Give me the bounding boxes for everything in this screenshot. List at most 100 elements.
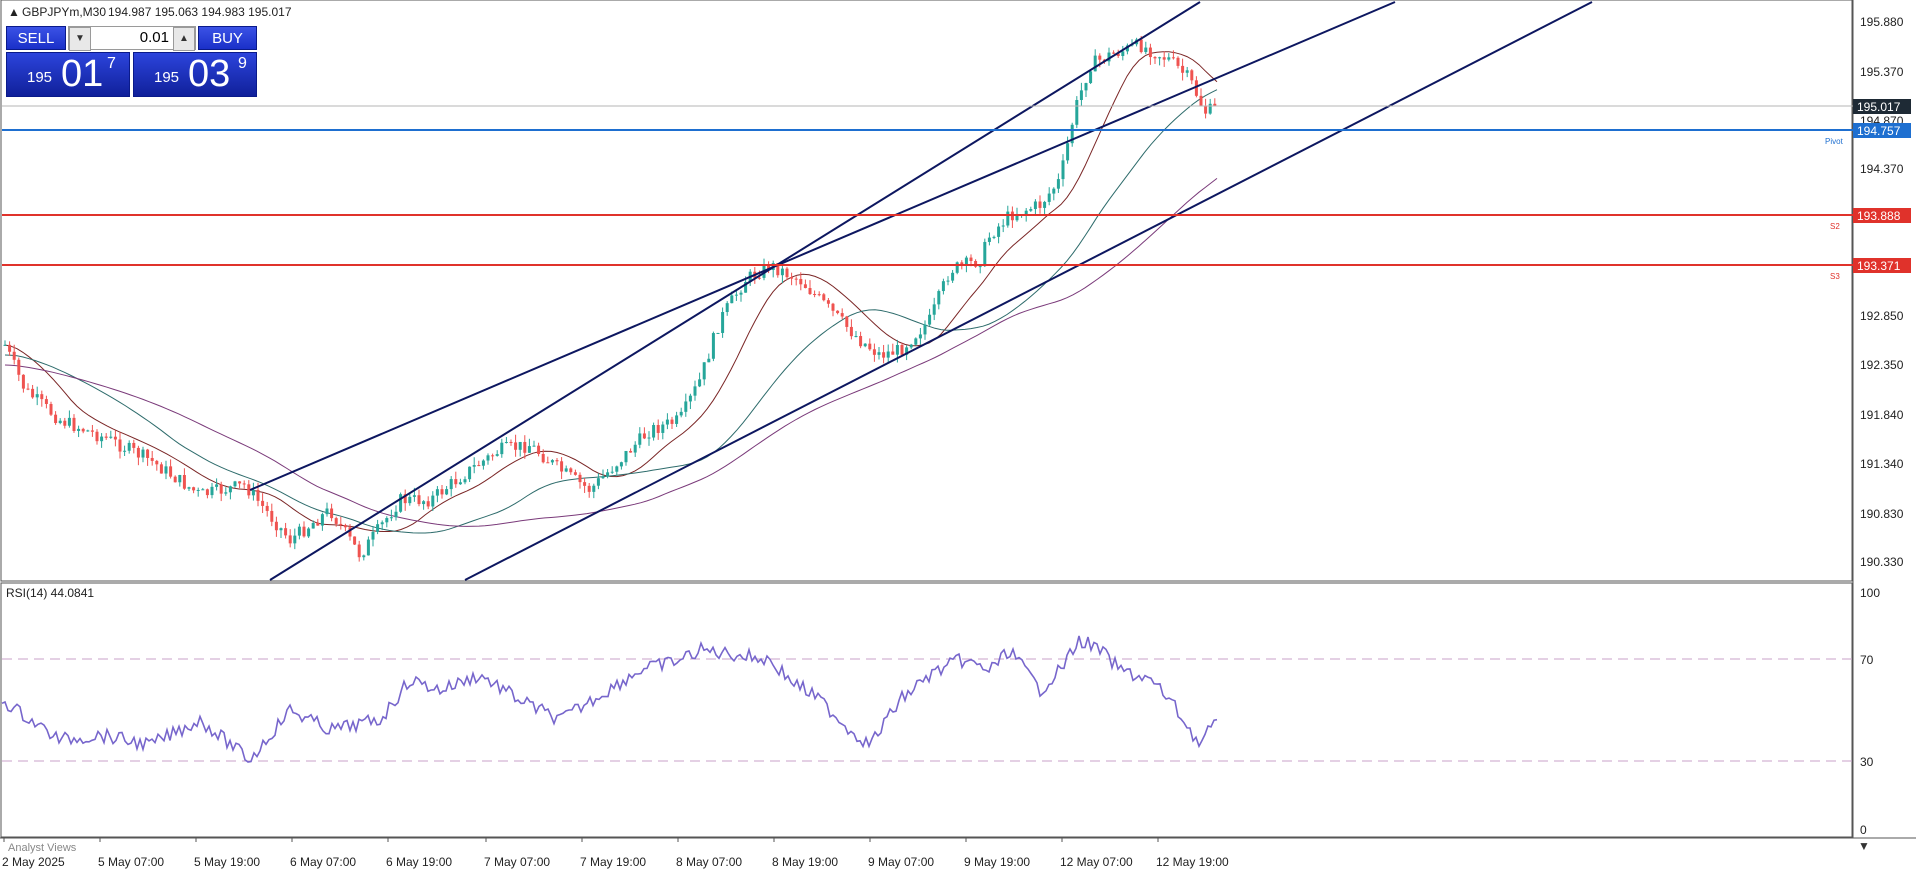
channel-lower-line[interactable] (464, 1, 1593, 581)
candle-body (173, 476, 177, 483)
candle-body (619, 462, 623, 467)
candle-body (132, 442, 136, 448)
pivot-tag: Pivot (1825, 137, 1844, 146)
candle-body (261, 500, 265, 506)
candle-body (8, 344, 12, 352)
candle-body (431, 495, 435, 507)
candle-body (886, 351, 890, 358)
candle-body (583, 482, 587, 486)
buy-button[interactable]: BUY (198, 26, 257, 50)
candle-body (463, 479, 467, 483)
candle-body (1006, 211, 1010, 226)
candle-body (518, 441, 522, 450)
candle-body (325, 508, 329, 515)
candle-body (362, 555, 366, 558)
candle-body (757, 277, 761, 279)
buy-price-prefix: 195 (154, 69, 180, 86)
one-click-trade-panel: SELL ▼ 0.01 ▲ BUY 195 01 7 195 03 9 (6, 26, 257, 97)
candle-body (371, 531, 375, 540)
candle-body (17, 359, 21, 375)
candle-body (1033, 201, 1037, 210)
candle-body (302, 526, 306, 537)
lot-decrease-icon[interactable]: ▼ (69, 27, 91, 51)
candle-body (983, 241, 987, 267)
candle-body (799, 278, 803, 285)
candle-body (1144, 47, 1148, 53)
candle-body (242, 483, 246, 485)
candle-body (638, 433, 642, 445)
analyst-views-tab[interactable]: Analyst Views (8, 842, 77, 854)
candle-body (859, 336, 863, 347)
candle-body (385, 518, 389, 523)
candle-body (606, 472, 610, 477)
chart-collapse-icon[interactable]: ▲ (8, 5, 20, 19)
scroll-down-icon[interactable]: ▼ (1858, 839, 1870, 853)
candle-body (307, 528, 311, 537)
candle-body (1162, 57, 1166, 60)
time-label: 6 May 19:00 (386, 855, 452, 869)
candle-body (408, 496, 412, 504)
candle-body (440, 489, 444, 495)
candle-body (836, 310, 840, 314)
candle-body (877, 352, 881, 355)
candle-body (675, 415, 679, 424)
candle-body (790, 277, 794, 279)
sell-button[interactable]: SELL (6, 26, 66, 50)
candle-body (610, 471, 614, 473)
candle-body (633, 444, 637, 453)
candle-body (734, 294, 738, 296)
candle-body (537, 445, 541, 454)
candle-body (500, 442, 504, 455)
candle-body (794, 278, 798, 280)
candle-body (330, 508, 334, 519)
candle-body (992, 236, 996, 238)
candle-body (215, 484, 219, 487)
candle-body (288, 535, 292, 544)
rsi-axis-label: 30 (1860, 755, 1874, 769)
candle-body (969, 257, 973, 261)
candle-body (104, 436, 108, 438)
candle-body (679, 411, 683, 416)
s2-price-tag: 193.888 (1857, 209, 1901, 223)
candle-body (293, 535, 297, 544)
candle-body (955, 262, 959, 273)
candle-body (54, 414, 58, 424)
channel-upper-line[interactable] (269, 1, 1201, 581)
time-label: 8 May 19:00 (772, 855, 838, 869)
candle-body (495, 454, 499, 456)
lot-increase-icon[interactable]: ▲ (173, 27, 195, 51)
lot-size-value[interactable]: 0.01 (93, 27, 171, 49)
candle-body (909, 344, 913, 348)
lot-size-field[interactable]: ▼ 0.01 ▲ (68, 26, 196, 51)
candle-body (86, 430, 90, 432)
candle-body (978, 266, 982, 268)
s2-tag: S2 (1830, 222, 1840, 231)
candle-body (1139, 39, 1143, 53)
candle-body (1190, 70, 1194, 81)
chart-area[interactable]: Pivot S2 S3 ▲ GBPJPYm,M30 194.987 195.06… (0, 0, 1916, 874)
candle-body (233, 481, 237, 487)
candle-body (932, 304, 936, 315)
candle-body (693, 386, 697, 396)
price-label: 191.340 (1860, 457, 1904, 471)
candle-body (822, 294, 826, 301)
candle-body (357, 544, 361, 558)
candle-body (178, 475, 182, 483)
candle-body (297, 526, 301, 536)
candle-body (31, 388, 35, 398)
channel-middle-line[interactable] (249, 1, 1396, 491)
candle-body (150, 457, 154, 461)
sell-price-box[interactable]: 195 01 7 (6, 52, 130, 97)
candle-body (1052, 188, 1056, 194)
candle-body (270, 510, 274, 522)
candle-body (509, 441, 513, 443)
rsi-frame (0, 582, 1853, 838)
candle-body (1089, 71, 1093, 84)
candle-body (90, 430, 94, 432)
candle-body (458, 482, 462, 485)
candle-body (891, 351, 895, 355)
candle-body (882, 352, 886, 358)
candle-body (831, 303, 835, 311)
candle-body (573, 472, 577, 475)
buy-price-box[interactable]: 195 03 9 (133, 52, 257, 97)
